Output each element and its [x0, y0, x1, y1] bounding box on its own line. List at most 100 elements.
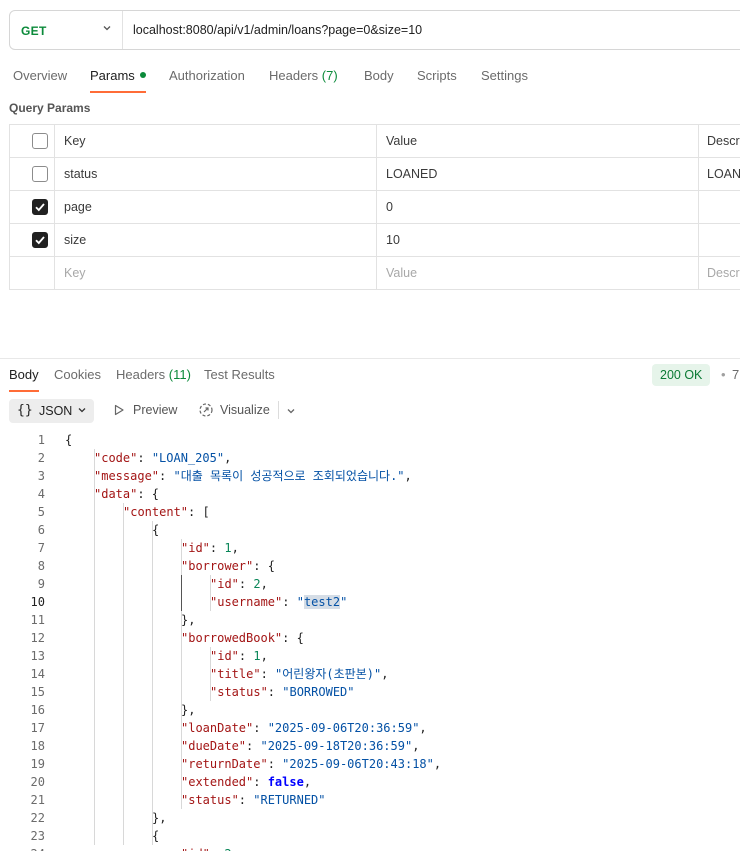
panel-divider[interactable]	[0, 358, 740, 359]
code-token: "대출 목록이 성공적으로 조회되었습니다."	[173, 469, 405, 483]
tab-params-label: Params	[90, 68, 135, 83]
code-token: "dueDate"	[181, 739, 247, 753]
visualize-button[interactable]: Visualize	[220, 403, 270, 417]
param-key[interactable]: status	[64, 167, 97, 181]
code-token: "title"	[210, 667, 261, 681]
code-token: "content"	[123, 505, 189, 519]
param-key[interactable]: size	[64, 233, 86, 247]
code-token: "data"	[94, 487, 138, 501]
code-line: 9 "id": 2,	[0, 575, 740, 593]
code-text: "dueDate": "2025-09-18T20:36:59",	[181, 737, 419, 755]
code-text: "code": "LOAN_205",	[94, 449, 231, 467]
line-number: 13	[30, 649, 45, 663]
tab-headers[interactable]: Headers (7)	[269, 68, 338, 83]
code-token: ,	[303, 775, 312, 789]
code-token: "	[296, 595, 304, 609]
active-dot-icon	[139, 72, 146, 78]
code-line: 24 "id": 2,	[0, 845, 740, 851]
method-select[interactable]: GET	[21, 24, 47, 38]
table-row: size 10	[10, 224, 740, 257]
param-value[interactable]: 10	[386, 233, 400, 247]
param-checkbox[interactable]	[32, 232, 48, 248]
code-token: ,	[433, 757, 442, 771]
status-badge[interactable]: 200 OK	[652, 364, 711, 386]
code-line: 15 "status": "BORROWED"	[0, 683, 740, 701]
code-token: "RETURNED"	[253, 793, 326, 807]
code-token: : {	[282, 631, 304, 645]
line-number: 19	[30, 757, 45, 771]
code-token: "username"	[210, 595, 283, 609]
param-key[interactable]: page	[64, 200, 92, 214]
url-input[interactable]: localhost:8080/api/v1/admin/loans?page=0…	[133, 23, 422, 37]
line-number: 17	[30, 721, 45, 735]
code-text: "borrowedBook": {	[181, 629, 304, 647]
code-line: 1{	[0, 431, 740, 449]
line-number: 21	[30, 793, 45, 807]
line-number: 2	[37, 451, 45, 465]
response-body-editor[interactable]: 1{2 "code": "LOAN_205", 3 "message": "대출 목록…	[0, 431, 740, 851]
chevron-down-icon	[78, 408, 86, 413]
url-bar: GET localhost:8080/api/v1/admin/loans?pa…	[9, 10, 740, 50]
response-tab-cookies[interactable]: Cookies	[54, 367, 101, 382]
checkmark-icon	[35, 203, 45, 212]
code-token: {	[152, 523, 160, 537]
tab-params[interactable]: Params	[90, 68, 146, 83]
code-token: 1	[224, 541, 232, 555]
new-value-input[interactable]: Value	[386, 266, 417, 280]
code-token: "어린왕자(초판본)"	[275, 667, 382, 681]
code-token: "2025-09-06T20:43:18"	[282, 757, 434, 771]
tab-authorization[interactable]: Authorization	[169, 68, 245, 83]
response-tab-test-results[interactable]: Test Results	[204, 367, 275, 382]
key-header: Key	[64, 134, 86, 148]
active-tab-indicator	[90, 91, 146, 93]
indent-guide	[181, 575, 182, 611]
response-time[interactable]: 7	[732, 367, 739, 382]
param-value[interactable]: 0	[386, 200, 393, 214]
play-icon	[114, 404, 124, 416]
preview-button[interactable]: Preview	[133, 403, 177, 417]
code-token: :	[282, 595, 297, 609]
param-value[interactable]: LOANED	[386, 167, 437, 181]
response-headers-count: (11)	[168, 367, 191, 382]
line-number: 22	[30, 811, 45, 825]
param-checkbox[interactable]	[32, 166, 48, 182]
tab-body[interactable]: Body	[364, 68, 394, 83]
line-number: 23	[30, 829, 45, 843]
code-line: 3 "message": "대출 목록이 성공적으로 조회되었습니다.",	[0, 467, 740, 485]
response-tab-body[interactable]: Body	[9, 367, 39, 382]
tab-headers-label: Headers	[269, 68, 319, 83]
code-text: {	[65, 431, 72, 449]
code-line: 20 "extended": false,	[0, 773, 740, 791]
code-token: :	[267, 685, 283, 699]
chevron-down-icon[interactable]	[286, 406, 296, 416]
code-token: "id"	[210, 577, 239, 591]
code-token: {	[152, 829, 160, 843]
code-token: "borrower"	[181, 559, 254, 573]
new-description-input[interactable]: Descr	[707, 266, 740, 280]
code-line: 17 "loanDate": "2025-09-06T20:36:59",	[0, 719, 740, 737]
new-key-input[interactable]: Key	[64, 266, 86, 280]
response-tab-headers[interactable]: Headers (11)	[116, 367, 191, 382]
tab-scripts[interactable]: Scripts	[417, 68, 457, 83]
code-line: 10 "username": "test2"	[0, 593, 740, 611]
code-token: "id"	[181, 847, 210, 851]
divider	[278, 401, 279, 419]
tab-settings[interactable]: Settings	[481, 68, 528, 83]
param-description[interactable]: LOAN	[707, 167, 740, 181]
line-number: 14	[30, 667, 45, 681]
select-all-checkbox[interactable]	[32, 133, 48, 149]
param-checkbox[interactable]	[32, 199, 48, 215]
code-line: 2 "code": "LOAN_205",	[0, 449, 740, 467]
code-token: ,	[260, 577, 268, 591]
tab-overview[interactable]: Overview	[13, 68, 67, 83]
code-text: },	[181, 611, 195, 629]
chevron-down-icon[interactable]	[102, 23, 112, 33]
code-token: ,	[404, 469, 412, 483]
highlighted-token: test2	[303, 595, 341, 609]
code-token: ,	[231, 541, 239, 555]
code-text: "borrower": {	[181, 557, 275, 575]
code-line: 18 "dueDate": "2025-09-18T20:36:59",	[0, 737, 740, 755]
line-number: 10	[30, 595, 45, 609]
code-token: "id"	[210, 649, 239, 663]
code-token: "BORROWED"	[282, 685, 355, 699]
